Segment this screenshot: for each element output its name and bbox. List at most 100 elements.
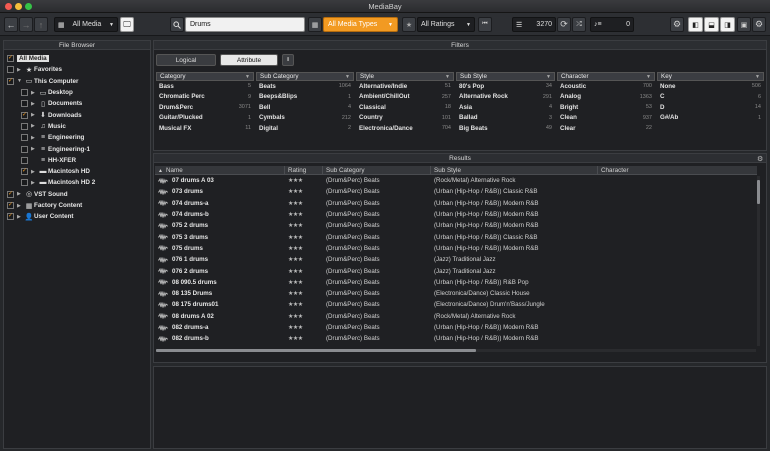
- filter-column-header[interactable]: Sub Style ▼: [456, 72, 555, 81]
- filter-value[interactable]: 80's Pop 34: [456, 81, 555, 92]
- settings-button[interactable]: ⚙: [670, 17, 684, 32]
- table-row[interactable]: 074 drums-a ★★★ (Drum&Perc) Beats (Urban (H…: [155, 198, 757, 209]
- filter-value[interactable]: Alternative Rock 291: [456, 92, 555, 103]
- filter-value[interactable]: Drum&Perc 3071: [156, 102, 254, 113]
- checkbox[interactable]: ✓: [21, 111, 28, 119]
- filter-column-header[interactable]: Style ▼: [356, 72, 454, 81]
- table-row[interactable]: 075 2 drums ★★★ (Drum&Perc) Beats (Urban (H…: [155, 220, 757, 231]
- filter-value[interactable]: G#/Ab 1: [657, 113, 764, 124]
- ratings-star-button[interactable]: ★: [402, 17, 416, 32]
- file-browser-item[interactable]: ▶ ★ Favorites: [7, 64, 147, 75]
- col-header-name[interactable]: ▲ Name: [155, 166, 285, 174]
- expand-arrow-icon[interactable]: ▶: [31, 180, 38, 186]
- expand-arrow-icon[interactable]: ▼: [17, 78, 24, 84]
- filter-column-header[interactable]: Character ▼: [557, 72, 655, 81]
- layout-bottom-button[interactable]: ⬓: [704, 17, 719, 32]
- checkbox[interactable]: ✓: [7, 202, 14, 209]
- filter-value[interactable]: Electronica/Dance 704: [356, 123, 454, 134]
- col-header-rating[interactable]: Rating: [285, 166, 323, 174]
- filter-value[interactable]: Clean 937: [557, 113, 655, 124]
- file-browser-item[interactable]: ▶ ♫ Music: [7, 121, 147, 132]
- checkbox[interactable]: ✓: [21, 168, 28, 176]
- file-browser-item[interactable]: ▶ ▭ Desktop: [7, 87, 147, 98]
- checkbox[interactable]: [7, 66, 14, 74]
- checkbox[interactable]: [21, 179, 28, 187]
- results-vscroll-thumb[interactable]: [757, 180, 760, 204]
- file-browser-item[interactable]: ✓ ▶ ▬ Macintosh HD: [7, 166, 147, 177]
- table-row[interactable]: 074 drums-b ★★★ (Drum&Perc) Beats (Urban (H…: [155, 209, 757, 220]
- preferences-button[interactable]: ⚙: [752, 17, 766, 32]
- filter-options-button[interactable]: ⫴: [282, 54, 294, 66]
- results-hscroll-track[interactable]: [156, 349, 756, 352]
- col-header-character[interactable]: Character: [598, 166, 757, 174]
- tab-attribute[interactable]: Attribute: [220, 54, 278, 66]
- checkbox[interactable]: ✓: [7, 55, 14, 63]
- media-selector[interactable]: ▦ All Media ▼: [54, 17, 118, 32]
- filter-value[interactable]: Musical FX 11: [156, 123, 254, 134]
- filter-value[interactable]: Bell 4: [256, 102, 354, 113]
- checkbox[interactable]: ✓: [7, 213, 14, 221]
- file-browser-item[interactable]: ✓ ▶ ◎ VST Sound: [7, 189, 147, 200]
- table-row[interactable]: 075 drums ★★★ (Drum&Perc) Beats (Urban (Hip…: [155, 243, 757, 254]
- results-settings-icon[interactable]: ⚙: [757, 155, 763, 163]
- expand-arrow-icon[interactable]: ▶: [31, 146, 38, 152]
- file-browser-item[interactable]: ✓ ▶ ▦ Factory Content: [7, 200, 147, 211]
- table-row[interactable]: 08 090.5 drums ★★★ (Drum&Perc) Beats (Urban…: [155, 277, 757, 288]
- filter-value[interactable]: Clear 22: [557, 123, 655, 134]
- col-header-sub-category[interactable]: Sub Category: [323, 166, 431, 174]
- expand-arrow-icon[interactable]: ▶: [31, 123, 38, 129]
- file-browser-item[interactable]: ▶ ≡ Engineering-1: [7, 143, 147, 154]
- media-types-dropdown[interactable]: All Media Types ▼: [323, 17, 398, 32]
- table-row[interactable]: 075 3 drums ★★★ (Drum&Perc) Beats (Urban (H…: [155, 231, 757, 242]
- checkbox[interactable]: [21, 122, 28, 130]
- refresh-button[interactable]: ⟳: [557, 17, 571, 32]
- expand-arrow-icon[interactable]: ▶: [17, 214, 24, 220]
- filter-value[interactable]: C6: [657, 92, 764, 103]
- up-button[interactable]: ↑: [34, 17, 48, 32]
- layout-right-button[interactable]: ◨: [720, 17, 735, 32]
- filter-value[interactable]: Cymbals 212: [256, 113, 354, 124]
- volume-control[interactable]: ♪≡ 0: [590, 17, 634, 32]
- reset-filters-button[interactable]: ⏮: [478, 17, 492, 32]
- filter-value[interactable]: Bass 5: [156, 81, 254, 92]
- ratings-dropdown[interactable]: All Ratings ▼: [417, 17, 475, 32]
- checkbox[interactable]: [21, 89, 28, 97]
- table-row[interactable]: 08 175 drums01 ★★★ (Drum&Perc) Beats (Elect…: [155, 299, 757, 310]
- checkbox[interactable]: [21, 100, 28, 108]
- file-browser-item[interactable]: ▶ ▯ Documents: [7, 98, 147, 109]
- search-icon-button[interactable]: [170, 17, 184, 32]
- media-types-grid-button[interactable]: ▦: [308, 17, 322, 32]
- checkbox[interactable]: [21, 145, 28, 153]
- filter-value[interactable]: Asia 4: [456, 102, 555, 113]
- filter-column-header[interactable]: Category ▼: [156, 72, 254, 81]
- file-browser-item[interactable]: ✓ ▼ ▭ This Computer: [7, 76, 147, 87]
- filter-value[interactable]: Beeps&Blips 1: [256, 92, 354, 103]
- results-vscroll-track[interactable]: [757, 176, 760, 346]
- filter-value[interactable]: Guitar/Plucked 1: [156, 113, 254, 124]
- filter-column-header[interactable]: Sub Category ▼: [256, 72, 354, 81]
- expand-arrow-icon[interactable]: ▶: [31, 112, 38, 118]
- checkbox[interactable]: ✓: [7, 190, 14, 198]
- tab-logical[interactable]: Logical: [156, 54, 216, 66]
- expand-arrow-icon[interactable]: ▶: [31, 135, 38, 141]
- search-input[interactable]: Drums: [185, 17, 305, 32]
- table-row[interactable]: 07 drums A 03 ★★★ (Drum&Perc) Beats (Rock/M…: [155, 175, 757, 186]
- filter-value[interactable]: Alternative/Indie 51: [356, 81, 454, 92]
- results-hscroll-thumb[interactable]: [156, 349, 476, 352]
- table-row[interactable]: 08 135 Drums ★★★ (Drum&Perc) Beats (Electro…: [155, 288, 757, 299]
- layout-options-button[interactable]: ▣: [737, 17, 751, 32]
- layout-left-button[interactable]: ◧: [688, 17, 703, 32]
- file-browser-item[interactable]: ✓ ▶ 👤 User Content: [7, 211, 147, 222]
- filter-value[interactable]: Ambient/ChillOut 257: [356, 92, 454, 103]
- filter-value[interactable]: Beats 1064: [256, 81, 354, 92]
- table-row[interactable]: 073 drums ★★★ (Drum&Perc) Beats (Urban (Hip…: [155, 186, 757, 197]
- filter-value[interactable]: Country 101: [356, 113, 454, 124]
- expand-arrow-icon[interactable]: ▶: [31, 101, 38, 107]
- shuffle-button[interactable]: ⤮: [572, 17, 586, 32]
- filter-value[interactable]: D 14: [657, 102, 764, 113]
- back-button[interactable]: ←: [4, 17, 18, 32]
- file-browser-item[interactable]: ✓ All Media: [7, 53, 147, 64]
- filter-value[interactable]: Chromatic Perc 9: [156, 92, 254, 103]
- expand-arrow-icon[interactable]: ▶: [17, 67, 24, 73]
- expand-arrow-icon[interactable]: ▶: [31, 90, 38, 96]
